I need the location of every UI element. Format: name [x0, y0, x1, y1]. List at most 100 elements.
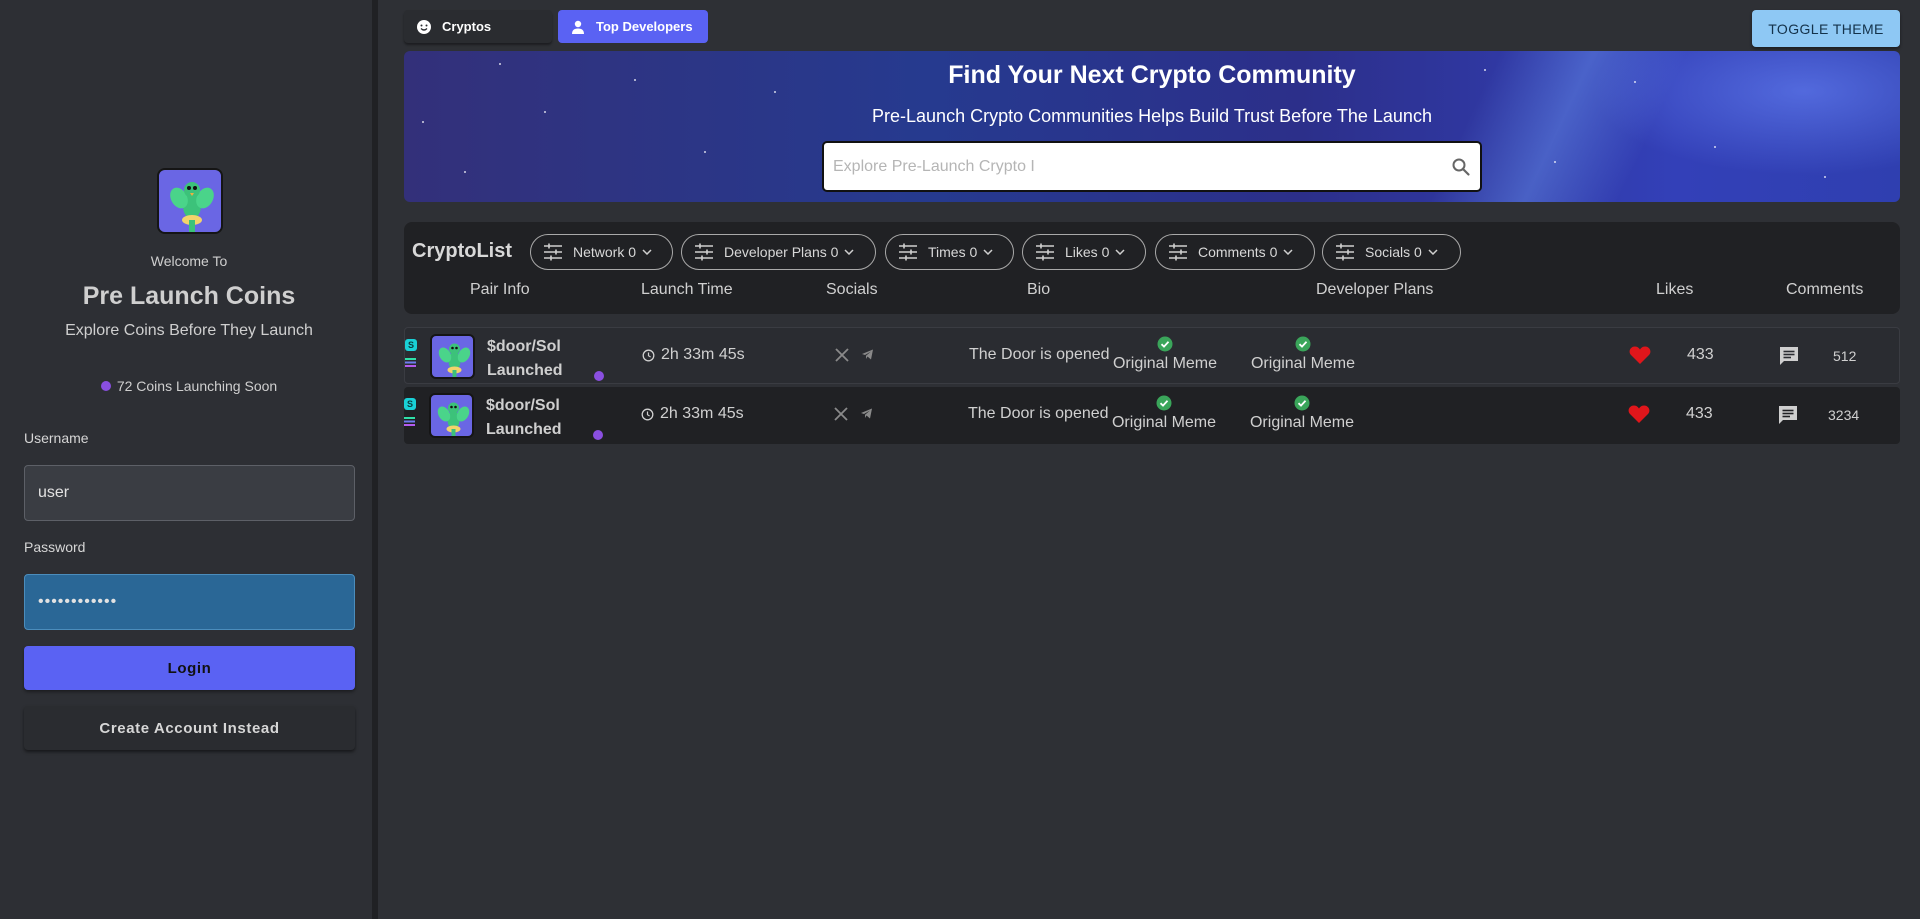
developer-plan-label: Original Meme — [1112, 355, 1218, 372]
chain-badges: S — [404, 398, 416, 426]
login-button[interactable]: Login — [24, 646, 355, 690]
launch-time: 2h 33m 45s — [641, 405, 744, 423]
chevron-down-icon — [844, 249, 854, 255]
hero-subtitle: Pre-Launch Crypto Communities Helps Buil… — [872, 106, 1432, 126]
tune-icon — [544, 243, 562, 261]
filter-network[interactable]: Network 0 — [530, 234, 673, 270]
search-bar — [822, 141, 1482, 192]
column-header-socials[interactable]: Socials — [826, 281, 878, 299]
pair-status: Launched — [486, 421, 562, 438]
status-dot-icon — [593, 430, 603, 440]
password-field[interactable]: •••••••••••• — [24, 574, 355, 630]
developer-plan-item: Original Meme — [1094, 395, 1234, 432]
column-header-bio[interactable]: Bio — [1027, 281, 1050, 299]
filter-network-label: Network 0 — [573, 244, 637, 260]
filter-likes-label: Likes 0 — [1065, 244, 1110, 260]
telegram-icon[interactable] — [861, 348, 874, 361]
chevron-down-icon — [1115, 249, 1125, 255]
filter-likes[interactable]: Likes 0 — [1022, 234, 1146, 270]
tab-cryptos-label: Cryptos — [442, 19, 492, 34]
bio-text: The Door is opened — [968, 405, 1109, 422]
crypto-list-header: CryptoList Network 0 Developer Plans 0 T… — [404, 222, 1900, 314]
comment-icon[interactable] — [1778, 345, 1800, 367]
tab-cryptos[interactable]: Cryptos — [404, 10, 552, 43]
heart-icon[interactable] — [1629, 345, 1651, 365]
chain-badges: S — [405, 339, 417, 367]
filter-socials[interactable]: Socials 0 — [1322, 234, 1461, 270]
launch-count: 72 Coins Launching Soon — [0, 378, 378, 394]
column-header-likes[interactable]: Likes — [1656, 281, 1693, 299]
comment-icon[interactable] — [1777, 404, 1799, 426]
launch-time-value: 2h 33m 45s — [661, 346, 745, 363]
pair-status: Launched — [487, 362, 563, 379]
launch-count-text: 72 Coins Launching Soon — [116, 378, 278, 394]
filter-times[interactable]: Times 0 — [885, 234, 1014, 270]
x-twitter-icon[interactable] — [835, 348, 849, 362]
chevron-down-icon — [1283, 249, 1293, 255]
username-field[interactable]: user — [24, 465, 355, 521]
swap-icon: S — [404, 398, 416, 410]
filter-socials-label: Socials 0 — [1365, 244, 1422, 260]
status-dot-icon — [100, 381, 111, 391]
comments-count: 3234 — [1828, 407, 1860, 423]
pair-info[interactable]: $door/Sol Launched — [486, 394, 562, 442]
search-icon[interactable] — [1451, 157, 1471, 177]
swap-icon: S — [405, 339, 417, 351]
username-label: Username — [24, 430, 89, 446]
password-label: Password — [24, 539, 86, 555]
chevron-down-icon — [1428, 249, 1438, 255]
developer-plan-item: Original Meme — [1233, 336, 1373, 373]
column-header-launch-time[interactable]: Launch Time — [641, 281, 733, 299]
tune-icon — [899, 243, 917, 261]
pair-name: $door/Sol — [487, 338, 561, 355]
x-twitter-icon[interactable] — [834, 407, 848, 421]
verified-check-icon — [1156, 395, 1172, 411]
column-header-pair-info[interactable]: Pair Info — [470, 281, 530, 299]
chevron-down-icon — [642, 249, 652, 255]
developer-plan-label: Original Meme — [1249, 414, 1355, 431]
developer-plan-label: Original Meme — [1250, 355, 1356, 372]
filter-comments[interactable]: Comments 0 — [1155, 234, 1315, 270]
app-logo — [157, 168, 223, 234]
toggle-theme-button[interactable]: TOGGLE THEME — [1752, 10, 1900, 47]
table-row[interactable]: S $door/Sol Launched 2h 33m 45s The Door… — [404, 387, 1900, 444]
search-input[interactable] — [833, 157, 1451, 176]
bio-text: The Door is opened — [969, 346, 1110, 363]
filter-comments-label: Comments 0 — [1198, 244, 1278, 260]
solana-icon — [405, 358, 416, 367]
pair-info[interactable]: $door/Sol Launched — [487, 335, 563, 383]
person-icon — [572, 20, 584, 34]
smiley-icon — [417, 19, 431, 34]
likes-count: 433 — [1687, 346, 1714, 363]
tab-top-developers-label: Top Developers — [596, 19, 693, 34]
solana-icon — [404, 417, 415, 426]
heart-icon[interactable] — [1628, 404, 1650, 424]
verified-check-icon — [1295, 336, 1311, 352]
developer-plan-item: Original Meme — [1232, 395, 1372, 432]
filter-developer-plans-label: Developer Plans 0 — [724, 244, 839, 260]
status-dot-icon — [594, 371, 604, 381]
column-header-developer-plans[interactable]: Developer Plans — [1316, 281, 1433, 299]
tune-icon — [1336, 243, 1354, 261]
tagline: Explore Coins Before They Launch — [65, 322, 313, 339]
welcome-text: Welcome To — [150, 253, 228, 269]
clock-icon — [641, 408, 654, 420]
developer-plan-label: Original Meme — [1111, 414, 1217, 431]
verified-check-icon — [1157, 336, 1173, 352]
create-account-button[interactable]: Create Account Instead — [24, 706, 355, 750]
chevron-down-icon — [983, 249, 993, 255]
table-row[interactable]: S $door/Sol Launched 2h 33m 45s The Door… — [404, 327, 1900, 384]
hero-title: Find Your Next Crypto Community — [948, 61, 1356, 89]
tune-icon — [1036, 243, 1054, 261]
brand-name: Pre Launch Coins — [82, 282, 296, 310]
filter-developer-plans[interactable]: Developer Plans 0 — [681, 234, 876, 270]
verified-check-icon — [1294, 395, 1310, 411]
telegram-icon[interactable] — [860, 407, 873, 420]
tab-top-developers[interactable]: Top Developers — [558, 10, 708, 43]
likes-count: 433 — [1686, 405, 1713, 422]
coin-avatar — [430, 334, 475, 379]
column-header-comments[interactable]: Comments — [1786, 281, 1863, 299]
clock-icon — [642, 349, 655, 361]
coin-avatar — [429, 393, 474, 438]
pair-name: $door/Sol — [486, 397, 560, 414]
